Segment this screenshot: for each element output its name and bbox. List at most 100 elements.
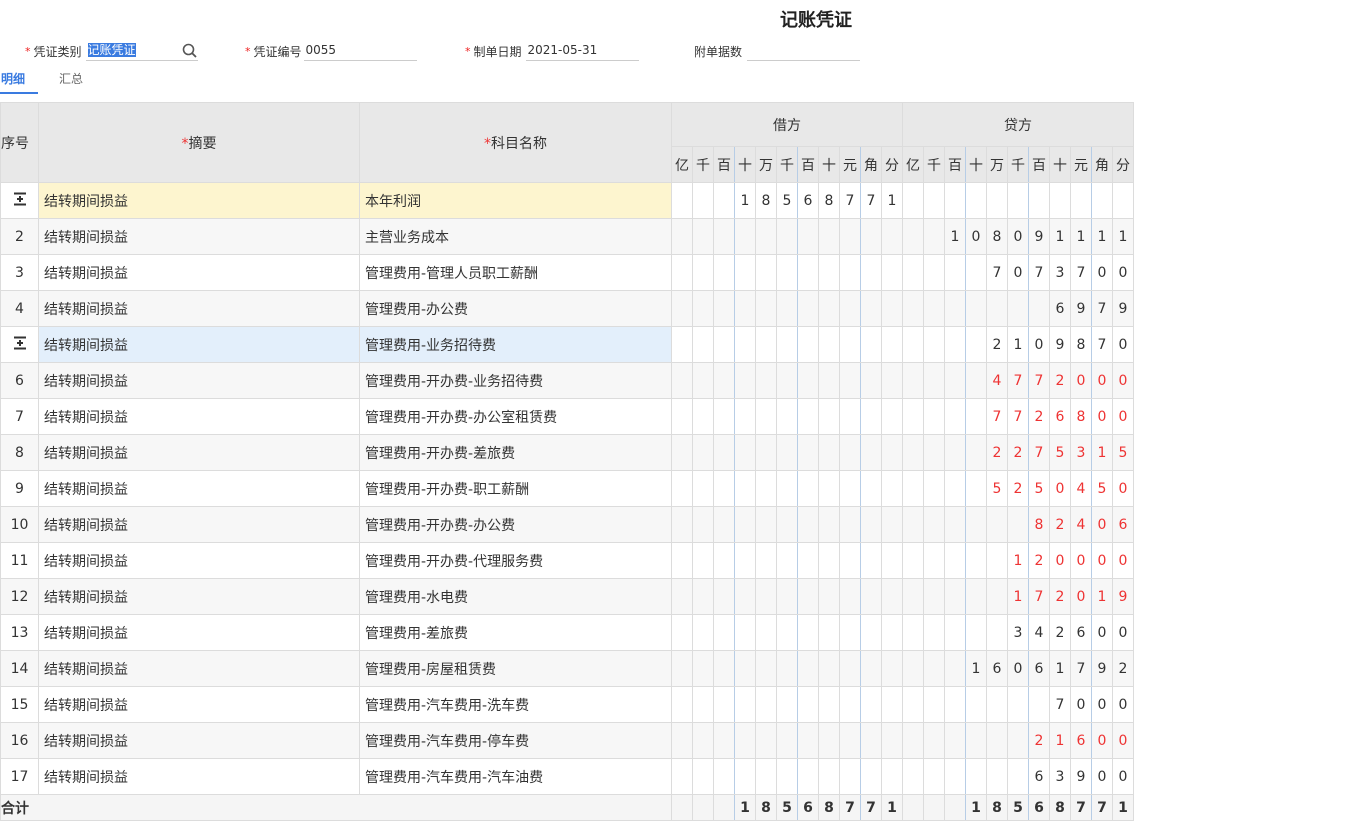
credit-digit-cell[interactable] (902, 650, 924, 687)
row-summary[interactable]: 结转期间损益 (38, 542, 360, 579)
total-credit-digit-cell[interactable] (902, 794, 924, 821)
credit-digit-cell[interactable]: 0 (1070, 362, 1092, 399)
credit-digit-cell[interactable] (923, 578, 945, 615)
debit-digit-cell[interactable] (839, 686, 861, 723)
debit-digit-cell[interactable] (755, 254, 777, 291)
row-summary[interactable]: 结转期间损益 (38, 686, 360, 723)
row-summary[interactable]: 结转期间损益 (38, 362, 360, 399)
debit-digit-cell[interactable] (860, 758, 882, 795)
total-debit-digit-cell[interactable]: 7 (839, 794, 861, 821)
row-summary[interactable]: 结转期间损益 (38, 650, 360, 687)
total-credit-digit-cell[interactable]: 7 (1091, 794, 1113, 821)
debit-digit-cell[interactable] (713, 650, 735, 687)
debit-digit-cell[interactable] (692, 254, 714, 291)
debit-digit-cell[interactable] (755, 506, 777, 543)
credit-digit-cell[interactable]: 2 (1049, 578, 1071, 615)
credit-digit-cell[interactable] (1091, 182, 1113, 219)
debit-digit-cell[interactable] (818, 542, 840, 579)
credit-digit-cell[interactable]: 0 (1112, 614, 1134, 651)
debit-digit-cell[interactable] (734, 542, 756, 579)
total-credit-digit-cell[interactable]: 5 (1007, 794, 1029, 821)
credit-digit-cell[interactable]: 4 (986, 362, 1008, 399)
debit-digit-cell[interactable] (734, 290, 756, 327)
debit-digit-cell[interactable] (797, 362, 819, 399)
credit-digit-cell[interactable] (902, 722, 924, 759)
credit-digit-cell[interactable]: 2 (986, 434, 1008, 471)
credit-digit-cell[interactable]: 0 (1091, 506, 1113, 543)
credit-digit-cell[interactable] (965, 182, 987, 219)
debit-digit-cell[interactable] (713, 326, 735, 363)
debit-digit-cell[interactable] (713, 398, 735, 435)
debit-digit-cell[interactable] (881, 542, 903, 579)
debit-digit-cell[interactable] (671, 434, 693, 471)
debit-digit-cell[interactable] (818, 398, 840, 435)
credit-digit-cell[interactable]: 9 (1028, 218, 1050, 255)
credit-digit-cell[interactable]: 8 (1070, 326, 1092, 363)
debit-digit-cell[interactable] (713, 362, 735, 399)
credit-digit-cell[interactable]: 2 (1049, 506, 1071, 543)
debit-digit-cell[interactable] (713, 686, 735, 723)
credit-digit-cell[interactable]: 1 (1091, 434, 1113, 471)
credit-digit-cell[interactable] (923, 290, 945, 327)
credit-digit-cell[interactable]: 9 (1070, 758, 1092, 795)
credit-digit-cell[interactable]: 2 (1007, 434, 1029, 471)
debit-digit-cell[interactable] (860, 434, 882, 471)
debit-digit-cell[interactable] (839, 254, 861, 291)
debit-digit-cell[interactable] (818, 506, 840, 543)
credit-digit-cell[interactable]: 1 (1007, 326, 1029, 363)
credit-digit-cell[interactable]: 0 (1091, 362, 1113, 399)
row-account[interactable]: 管理费用-开办费-业务招待费 (359, 362, 672, 399)
debit-digit-cell[interactable]: 5 (776, 182, 798, 219)
debit-digit-cell[interactable] (839, 290, 861, 327)
debit-digit-cell[interactable] (713, 218, 735, 255)
credit-digit-cell[interactable]: 7 (1070, 254, 1092, 291)
debit-digit-cell[interactable] (881, 398, 903, 435)
debit-digit-cell[interactable] (797, 218, 819, 255)
debit-digit-cell[interactable] (839, 578, 861, 615)
debit-digit-cell[interactable] (734, 722, 756, 759)
debit-digit-cell[interactable] (776, 578, 798, 615)
debit-digit-cell[interactable] (860, 470, 882, 507)
credit-digit-cell[interactable]: 9 (1112, 290, 1134, 327)
credit-digit-cell[interactable]: 0 (1091, 542, 1113, 579)
credit-digit-cell[interactable] (923, 722, 945, 759)
total-credit-digit-cell[interactable]: 1 (965, 794, 987, 821)
credit-digit-cell[interactable] (902, 290, 924, 327)
debit-digit-cell[interactable] (881, 362, 903, 399)
debit-digit-cell[interactable] (797, 434, 819, 471)
debit-digit-cell[interactable] (797, 614, 819, 651)
credit-digit-cell[interactable]: 0 (1091, 254, 1113, 291)
credit-digit-cell[interactable]: 6 (1112, 506, 1134, 543)
debit-digit-cell[interactable] (755, 290, 777, 327)
credit-digit-cell[interactable]: 7 (1007, 362, 1029, 399)
debit-digit-cell[interactable] (671, 218, 693, 255)
row-account[interactable]: 主营业务成本 (359, 218, 672, 255)
debit-digit-cell[interactable] (671, 470, 693, 507)
credit-digit-cell[interactable] (902, 470, 924, 507)
credit-digit-cell[interactable] (944, 578, 966, 615)
total-credit-digit-cell[interactable]: 8 (986, 794, 1008, 821)
debit-digit-cell[interactable] (839, 722, 861, 759)
table-row[interactable]: 12 结转期间损益 管理费用-水电费 1 7 2 0 1 9 (0, 578, 1134, 615)
debit-digit-cell[interactable] (755, 326, 777, 363)
debit-digit-cell[interactable] (776, 290, 798, 327)
credit-digit-cell[interactable]: 1 (965, 650, 987, 687)
debit-digit-cell[interactable] (860, 650, 882, 687)
credit-digit-cell[interactable] (923, 758, 945, 795)
debit-digit-cell[interactable] (671, 578, 693, 615)
credit-digit-cell[interactable]: 7 (1028, 578, 1050, 615)
debit-digit-cell[interactable] (818, 650, 840, 687)
debit-digit-cell[interactable] (713, 254, 735, 291)
credit-digit-cell[interactable]: 0 (1070, 578, 1092, 615)
credit-digit-cell[interactable]: 8 (1028, 506, 1050, 543)
credit-digit-cell[interactable] (944, 398, 966, 435)
debit-digit-cell[interactable] (755, 650, 777, 687)
credit-digit-cell[interactable] (923, 254, 945, 291)
credit-digit-cell[interactable]: 9 (1070, 290, 1092, 327)
credit-digit-cell[interactable] (1028, 290, 1050, 327)
credit-digit-cell[interactable]: 1 (1007, 542, 1029, 579)
credit-digit-cell[interactable] (1112, 182, 1134, 219)
debit-digit-cell[interactable] (755, 434, 777, 471)
credit-digit-cell[interactable]: 4 (1028, 614, 1050, 651)
total-credit-digit-cell[interactable]: 6 (1028, 794, 1050, 821)
